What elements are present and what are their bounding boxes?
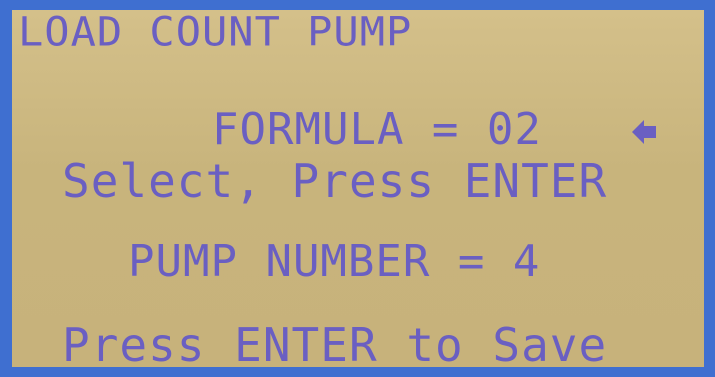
pump-number-value: PUMP NUMBER = 4 (128, 236, 541, 287)
formula-value: FORMULA = 02 (212, 104, 542, 155)
lcd-screen: LOAD COUNT PUMP FORMULA = 02 Select, Pre… (12, 10, 704, 367)
device-bezel: LOAD COUNT PUMP FORMULA = 02 Select, Pre… (0, 0, 715, 377)
save-instruction: Press ENTER to Save (62, 318, 608, 367)
screen-title: LOAD COUNT PUMP (18, 10, 413, 55)
diamond-arrow-left-icon (632, 120, 656, 144)
select-instruction: Select, Press ENTER (62, 154, 608, 208)
